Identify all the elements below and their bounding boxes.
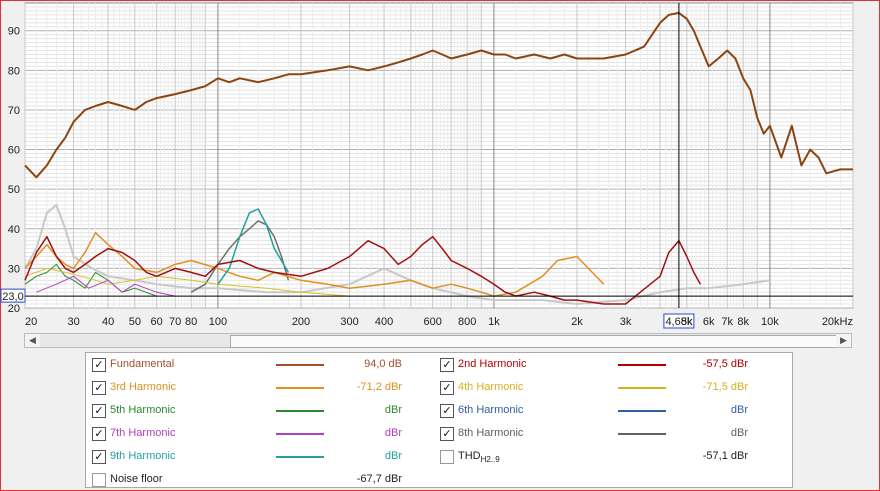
x-tick-label: 20 bbox=[25, 316, 37, 328]
legend-checkbox[interactable]: ✓ bbox=[440, 404, 454, 418]
legend-item-6th-harmonic: ✓ 6th Harmonic dBr bbox=[438, 401, 786, 421]
x-tick-label: 3k bbox=[620, 316, 632, 328]
legend-item-noise-floor: Noise floor -67,7 dBr bbox=[90, 470, 438, 490]
x-tick-label: 300 bbox=[340, 316, 358, 328]
x-tick-label: 400 bbox=[375, 316, 393, 328]
legend-item-8th-harmonic: ✓ 8th Harmonic dBr bbox=[438, 424, 786, 444]
legend-item-thd: THDH2..9 -57,1 dBr bbox=[438, 447, 786, 467]
legend-value: dBr bbox=[730, 427, 748, 439]
x-tick-label: 60 bbox=[151, 316, 163, 328]
y-tick-label: 50 bbox=[8, 184, 20, 196]
legend-label: 7th Harmonic bbox=[110, 427, 176, 439]
legend-value: -71,2 dBr bbox=[356, 381, 402, 393]
x-tick-label: 10k bbox=[761, 316, 779, 328]
legend-label: 4th Harmonic bbox=[458, 381, 524, 393]
legend-checkbox[interactable]: ✓ bbox=[92, 450, 106, 464]
x-tick-label: 7k bbox=[721, 316, 733, 328]
legend-panel: ✓ Fundamental 94,0 dB ✓ 2nd Harmonic -57,5 dB… bbox=[85, 352, 793, 488]
legend-value: -57,5 dBr bbox=[702, 358, 748, 370]
legend-label: 6th Harmonic bbox=[458, 404, 524, 416]
legend-checkbox[interactable]: ✓ bbox=[440, 358, 454, 372]
legend-checkbox[interactable]: ✓ bbox=[92, 358, 106, 372]
y-tick-label: 60 bbox=[8, 145, 20, 157]
x-tick-label: 8k bbox=[737, 316, 749, 328]
legend-label: Fundamental bbox=[110, 358, 175, 370]
x-tick-label: 2k bbox=[571, 316, 583, 328]
legend-value: 94,0 dB bbox=[364, 358, 402, 370]
x-tick-label: 80 bbox=[185, 316, 197, 328]
legend-item-9th-harmonic: ✓ 9th Harmonic dBr bbox=[90, 447, 438, 467]
legend-checkbox[interactable] bbox=[92, 473, 106, 487]
legend-label: THDH2..9 bbox=[458, 450, 500, 465]
legend-checkbox[interactable]: ✓ bbox=[440, 381, 454, 395]
legend-item-5th-harmonic: ✓ 5th Harmonic dBr bbox=[90, 401, 438, 421]
legend-checkbox[interactable]: ✓ bbox=[92, 427, 106, 441]
plot-area[interactable] bbox=[24, 2, 854, 309]
y-tick-label: 30 bbox=[8, 263, 20, 275]
x-tick-label: 30 bbox=[67, 316, 79, 328]
cursor-y-readout: 23,0 bbox=[2, 291, 23, 303]
x-tick-label: 200 bbox=[292, 316, 310, 328]
x-tick-label: 100 bbox=[209, 316, 227, 328]
legend-item-fundamental: ✓ Fundamental 94,0 dB bbox=[90, 355, 438, 375]
legend-value: -57,1 dBr bbox=[702, 450, 748, 462]
y-tick-label: 80 bbox=[8, 65, 20, 77]
y-tick-label: 70 bbox=[8, 105, 20, 117]
x-tick-label: 600 bbox=[424, 316, 442, 328]
y-tick-label: 20 bbox=[8, 303, 20, 315]
legend-label: 8th Harmonic bbox=[458, 427, 524, 439]
legend-label: 9th Harmonic bbox=[110, 450, 176, 462]
horizontal-scrollbar[interactable]: ◀ ▶ bbox=[24, 333, 852, 348]
legend-value: dBr bbox=[730, 404, 748, 416]
legend-item-2nd-harmonic: ✓ 2nd Harmonic -57,5 dBr bbox=[438, 355, 786, 375]
legend-checkbox[interactable]: ✓ bbox=[440, 427, 454, 441]
legend-label: Noise floor bbox=[110, 473, 163, 485]
legend-item-7th-harmonic: ✓ 7th Harmonic dBr bbox=[90, 424, 438, 444]
y-axis-ticks: 20 30 40 50 60 70 80 90 bbox=[8, 26, 20, 315]
x-tick-label: 5k bbox=[681, 316, 693, 328]
legend-checkbox[interactable] bbox=[440, 450, 454, 464]
scroll-left-arrow-icon[interactable]: ◀ bbox=[25, 334, 40, 347]
x-tick-label: 1k bbox=[488, 316, 500, 328]
x-tick-label: 40 bbox=[102, 316, 114, 328]
frequency-response-chart[interactable]: 4,68k23,0 2030405060708090 20 30 40 50 60 70 8… bbox=[0, 0, 880, 332]
x-tick-label: 50 bbox=[129, 316, 141, 328]
legend-checkbox[interactable]: ✓ bbox=[92, 381, 106, 395]
legend-value: -71,5 dBr bbox=[702, 381, 748, 393]
scroll-right-arrow-icon[interactable]: ▶ bbox=[836, 334, 851, 347]
legend-item-3rd-harmonic: ✓ 3rd Harmonic -71,2 dBr bbox=[90, 378, 438, 398]
legend-label: 3rd Harmonic bbox=[110, 381, 177, 393]
x-tick-label: 800 bbox=[458, 316, 476, 328]
legend-label: 5th Harmonic bbox=[110, 404, 176, 416]
x-axis-ticks: 20 30 40 50 60 70 80 100 200 300 400 600 800 1k 2k 3k 5k… bbox=[25, 316, 853, 328]
legend-item-4th-harmonic: ✓ 4th Harmonic -71,5 dBr bbox=[438, 378, 786, 398]
scroll-thumb[interactable] bbox=[230, 335, 837, 348]
y-tick-label: 40 bbox=[8, 224, 20, 236]
x-tick-label: 6k bbox=[703, 316, 715, 328]
legend-value: -67,7 dBr bbox=[356, 473, 402, 485]
x-tick-label: 20kHz bbox=[822, 316, 853, 328]
y-tick-label: 90 bbox=[8, 26, 20, 38]
x-tick-label: 70 bbox=[169, 316, 181, 328]
legend-value: dBr bbox=[384, 427, 402, 439]
legend-value: dBr bbox=[384, 450, 402, 462]
legend-value: dBr bbox=[384, 404, 402, 416]
legend-checkbox[interactable]: ✓ bbox=[92, 404, 106, 418]
legend-label: 2nd Harmonic bbox=[458, 358, 527, 370]
